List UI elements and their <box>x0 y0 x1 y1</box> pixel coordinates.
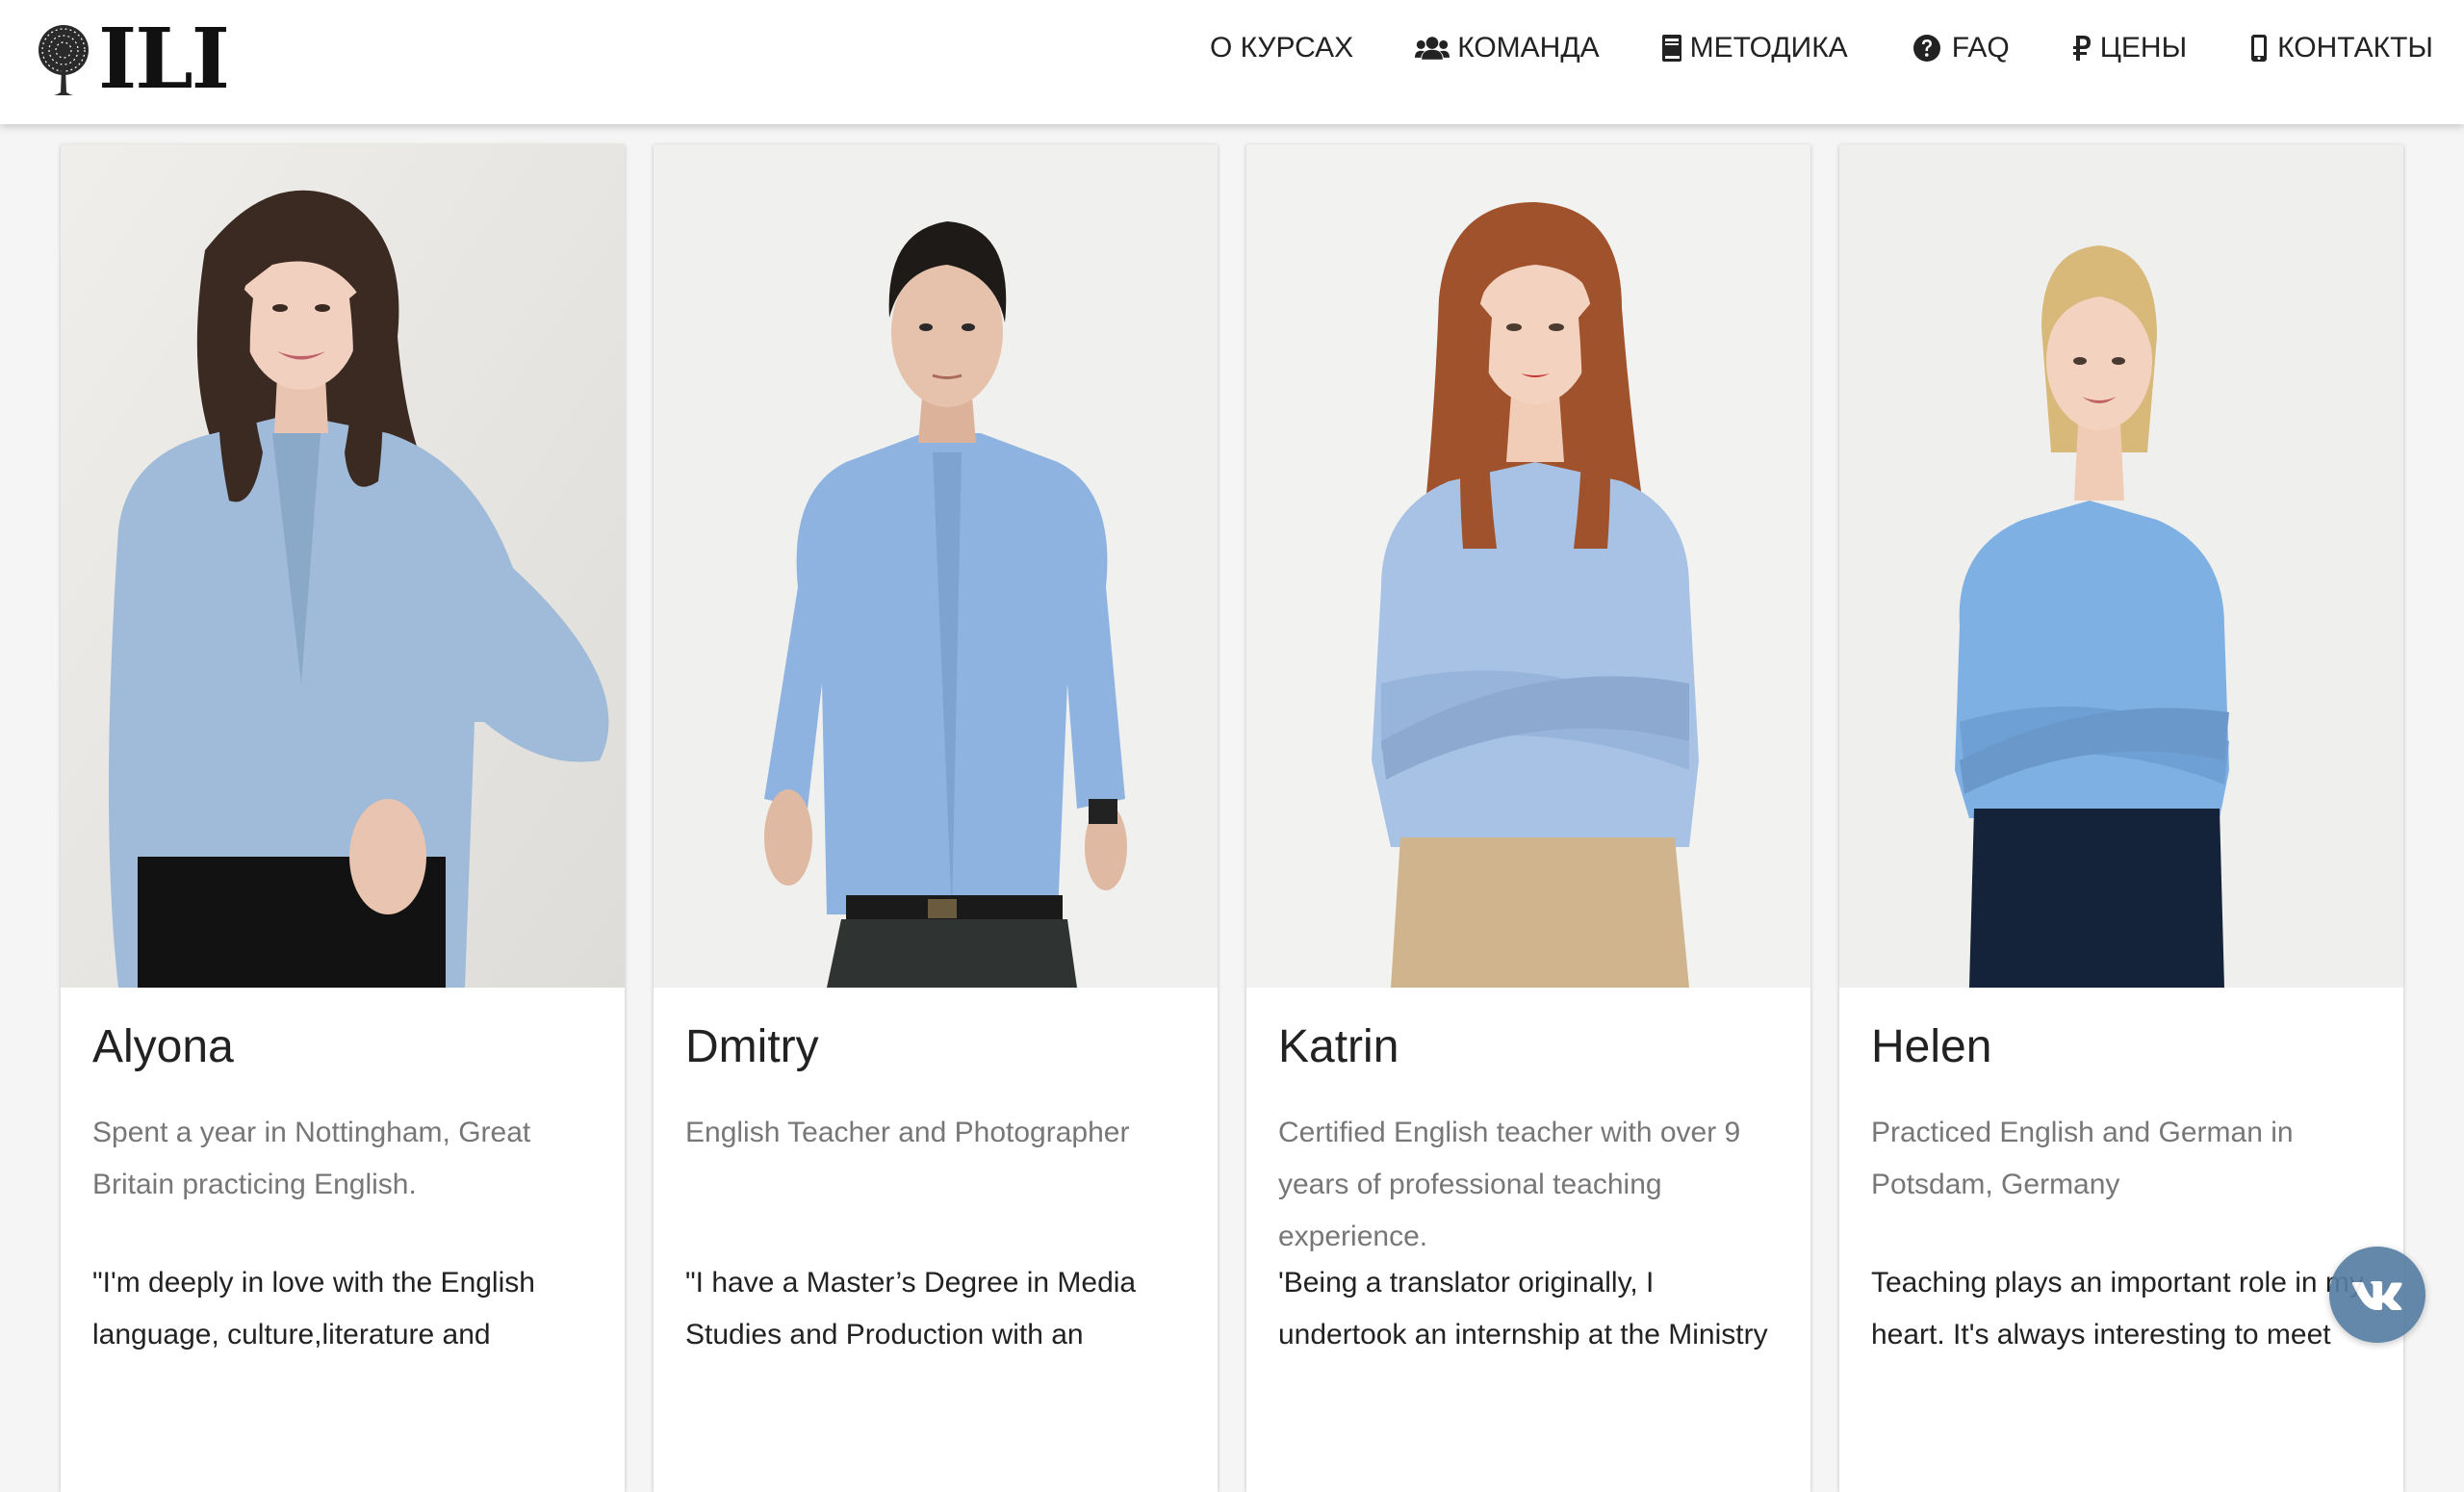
teacher-name: Helen <box>1871 1021 1992 1072</box>
nav-prices[interactable]: ЦЕНЫ <box>2071 32 2187 64</box>
main-nav: О КУРСАХ КОМАНДА МЕТОДИКА FAQ ЦЕНЫ КОНТА… <box>1148 0 2433 96</box>
teacher-role: Certified English teacher with over 9 ye… <box>1278 1117 1741 1252</box>
nav-label: МЕТОДИКА <box>1689 32 1848 64</box>
teacher-photo <box>1246 144 1810 988</box>
teacher-role: Practiced English and German in Potsdam,… <box>1871 1117 2294 1200</box>
nav-label: КОМАНДА <box>1457 32 1600 64</box>
users-icon <box>1415 37 1450 60</box>
team-cards: Alyona Spent a year in Nottingham, Great… <box>61 144 2403 1492</box>
site-header: ILI О КУРСАХ КОМАНДА МЕТОДИКА FAQ ЦЕНЫ К… <box>0 0 2464 124</box>
site-logo[interactable]: ILI <box>35 11 230 108</box>
teacher-quote: 'Being a translator originally, I undert… <box>1278 1267 1768 1351</box>
ruble-icon <box>2072 36 2091 61</box>
teacher-quote: Teaching plays an important role in my h… <box>1871 1267 2364 1351</box>
book-icon <box>1661 35 1681 62</box>
nav-label: ЦЕНЫ <box>2099 32 2188 64</box>
nav-label: О КУРСАХ <box>1209 32 1354 64</box>
teacher-photo <box>61 144 625 988</box>
teacher-role: English Teacher and Photographer <box>685 1117 1130 1148</box>
mobile-phone-icon <box>2251 35 2268 62</box>
teacher-photo <box>654 144 1218 988</box>
teacher-quote: "I'm deeply in love with the English lan… <box>92 1267 535 1351</box>
teacher-quote: "I have a Master’s Degree in Media Studi… <box>685 1267 1137 1351</box>
logo-text: ILI <box>98 11 230 108</box>
teacher-name: Katrin <box>1278 1021 1399 1072</box>
vk-icon <box>2351 1281 2402 1310</box>
teacher-role: Spent a year in Nottingham, Great Britai… <box>92 1117 531 1200</box>
nav-contacts[interactable]: КОНТАКТЫ <box>2248 32 2433 64</box>
teacher-name: Alyona <box>92 1021 234 1072</box>
teacher-photo <box>1839 144 2403 988</box>
nav-methodology[interactable]: МЕТОДИКА <box>1661 32 1848 64</box>
nav-team[interactable]: КОМАНДА <box>1415 32 1600 64</box>
team-card-katrin: Katrin Certified English teacher with ov… <box>1246 144 1810 1492</box>
team-card-dmitry: Dmitry English Teacher and Photographer … <box>654 144 1218 1492</box>
team-card-helen: Helen Practiced English and German in Po… <box>1839 144 2403 1492</box>
nav-about-courses[interactable]: О КУРСАХ <box>1210 32 1353 64</box>
question-circle-icon <box>1912 35 1940 62</box>
tree-logo-icon <box>38 25 89 95</box>
nav-label: КОНТАКТЫ <box>2277 32 2433 64</box>
nav-faq[interactable]: FAQ <box>1910 32 2010 64</box>
nav-label: FAQ <box>1951 32 2010 64</box>
team-card-alyona: Alyona Spent a year in Nottingham, Great… <box>61 144 625 1492</box>
teacher-name: Dmitry <box>685 1021 819 1072</box>
vk-social-button[interactable] <box>2329 1247 2426 1343</box>
